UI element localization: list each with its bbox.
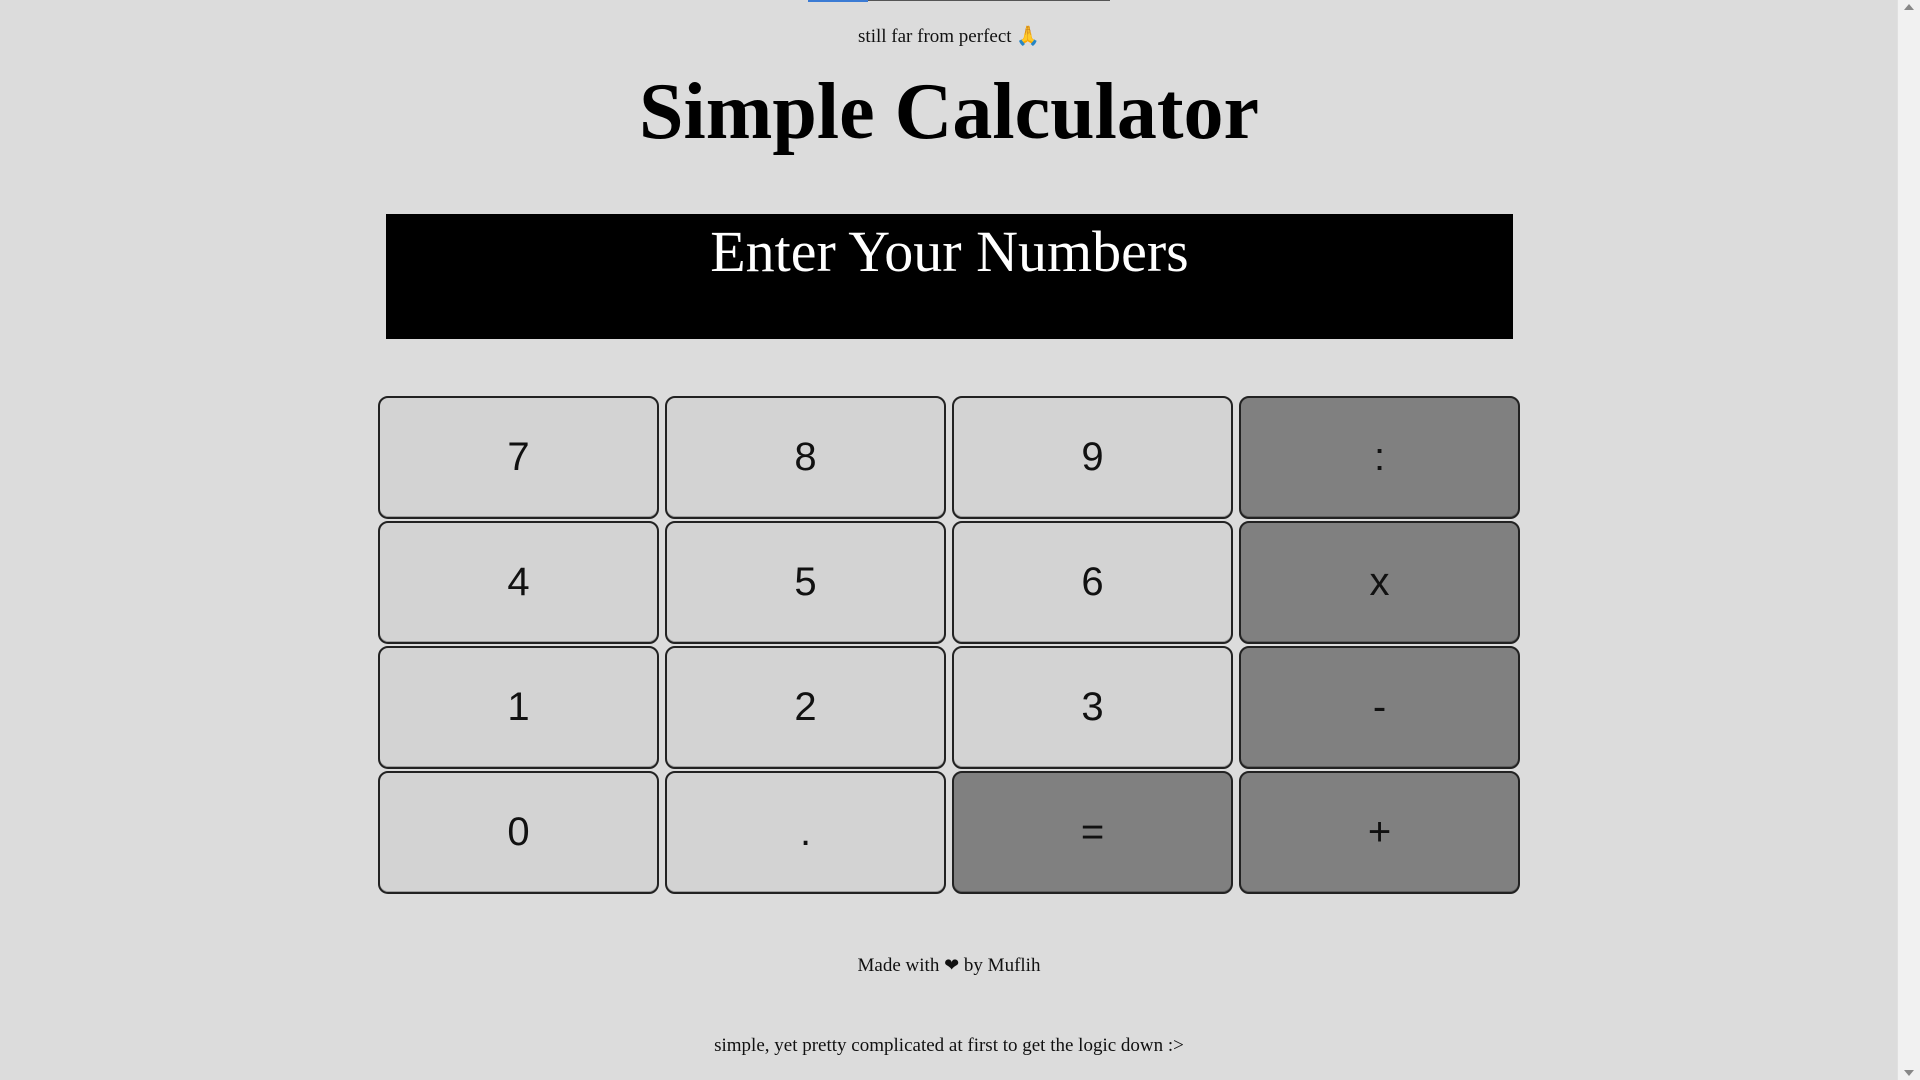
heart-icon: ❤ <box>944 955 960 976</box>
credit-prefix: Made with <box>857 955 940 976</box>
key-5[interactable]: 5 <box>665 521 946 644</box>
key-3[interactable]: 3 <box>952 646 1233 769</box>
footer-tagline: simple, yet pretty complicated at first … <box>714 1035 1184 1056</box>
calculator-display: Enter Your Numbers <box>386 214 1513 339</box>
key-0[interactable]: 0 <box>378 771 659 894</box>
key-9[interactable]: 9 <box>952 396 1233 519</box>
keypad: 7 8 9 : 4 5 6 x 1 2 3 - 0 . = + <box>378 396 1521 894</box>
scroll-down-arrow-icon[interactable] <box>1904 1070 1914 1076</box>
key-2[interactable]: 2 <box>665 646 946 769</box>
calculator-page: still far from perfect 🙏 Simple Calculat… <box>0 0 1898 1080</box>
key-8[interactable]: 8 <box>665 396 946 519</box>
top-divider-accent <box>808 0 868 2</box>
page-title: Simple Calculator <box>639 68 1259 156</box>
made-with-credit: Made with ❤ by Muflih <box>0 955 1898 977</box>
scroll-up-arrow-icon[interactable] <box>1904 4 1914 10</box>
key-add[interactable]: + <box>1239 771 1520 894</box>
vertical-scrollbar[interactable] <box>1897 0 1920 1080</box>
key-divide[interactable]: : <box>1239 396 1520 519</box>
credit-suffix: by Muflih <box>963 955 1041 976</box>
key-6[interactable]: 6 <box>952 521 1233 644</box>
key-equals[interactable]: = <box>952 771 1233 894</box>
key-4[interactable]: 4 <box>378 521 659 644</box>
key-7[interactable]: 7 <box>378 396 659 519</box>
page-subtitle: still far from perfect 🙏 <box>858 26 1040 47</box>
key-multiply[interactable]: x <box>1239 521 1520 644</box>
key-subtract[interactable]: - <box>1239 646 1520 769</box>
key-decimal[interactable]: . <box>665 771 946 894</box>
key-1[interactable]: 1 <box>378 646 659 769</box>
